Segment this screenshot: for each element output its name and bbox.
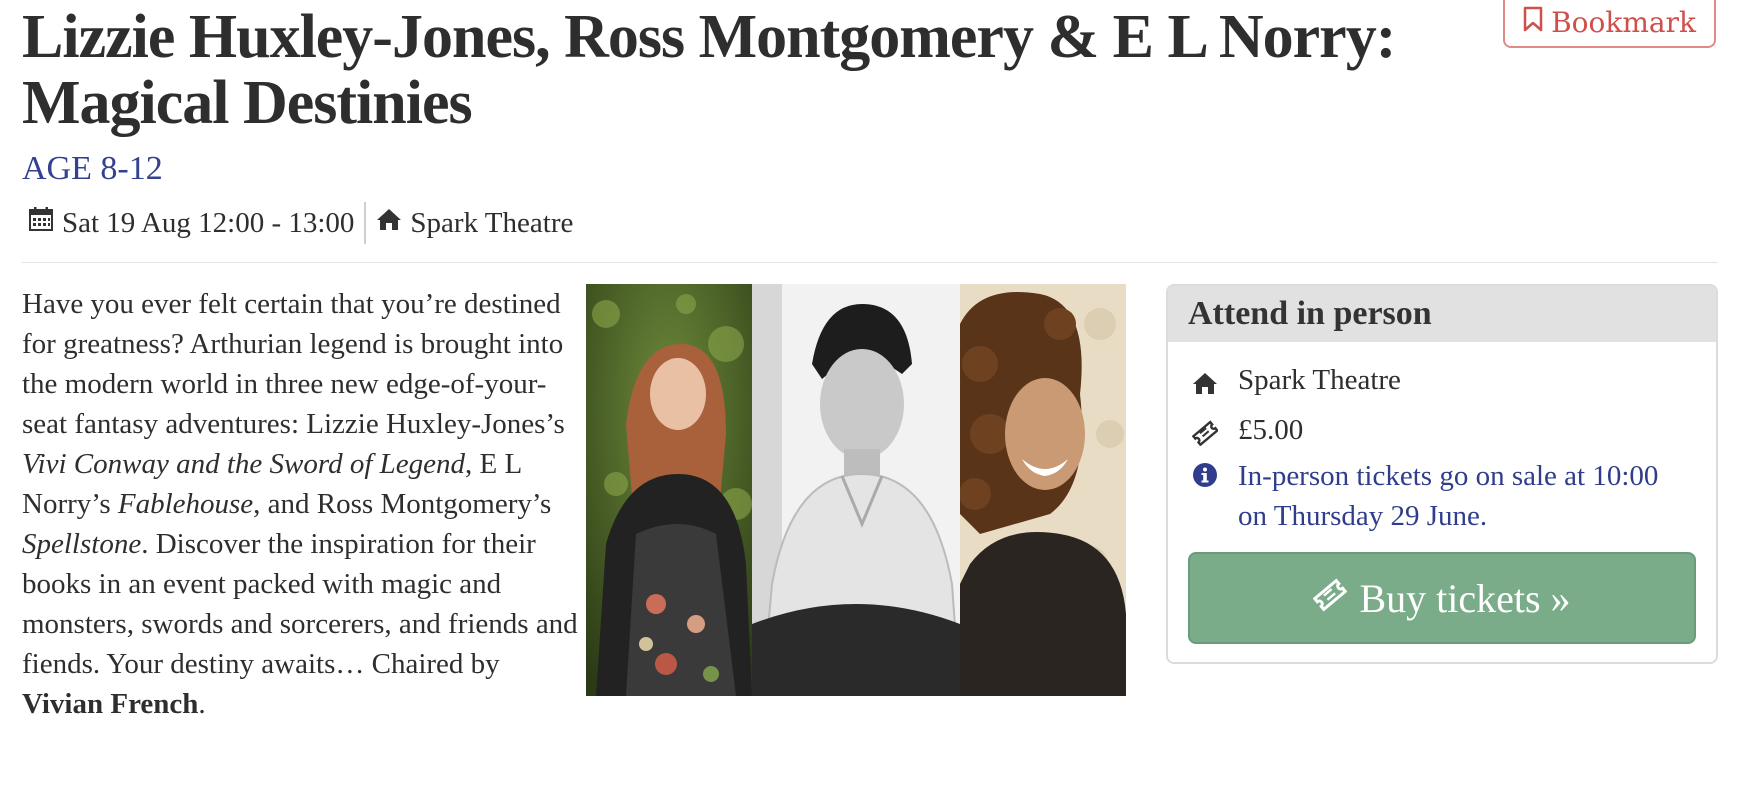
venue-text: Spark Theatre: [410, 206, 574, 239]
description-text: , and Ross Montgomery’s: [253, 488, 552, 520]
event-venue[interactable]: Spark Theatre: [376, 206, 573, 240]
age-range: AGE 8-12: [22, 150, 163, 187]
meta-divider: [364, 202, 367, 244]
author-photo-ross: [752, 284, 960, 696]
book-title: Vivi Conway and the Sword of Legend: [22, 448, 466, 480]
book-title: Spellstone: [22, 528, 142, 560]
event-meta: Sat 19 Aug 12:00 - 13:00 Spark Theatre: [28, 202, 573, 244]
attend-heading: Attend in person: [1168, 286, 1716, 342]
ticket-icon: [1191, 414, 1219, 454]
calendar-icon: [28, 206, 54, 240]
attend-info: In-person tickets go on sale at 10:00 on…: [1192, 456, 1692, 536]
author-photos: [586, 284, 1126, 696]
buy-tickets-button[interactable]: Buy tickets »: [1188, 552, 1696, 644]
home-icon: [376, 206, 402, 240]
attend-price-text: £5.00: [1238, 414, 1304, 446]
bookmark-button[interactable]: Bookmark: [1503, 0, 1716, 48]
event-description: Have you ever felt certain that you’re d…: [22, 284, 582, 724]
event-datetime: Sat 19 Aug 12:00 - 13:00: [28, 206, 354, 240]
author-photo-norry: [960, 284, 1126, 696]
bookmark-label: Bookmark: [1551, 5, 1696, 39]
attend-info-text: In-person tickets go on sale at 10:00 on…: [1238, 460, 1659, 532]
description-text: .: [198, 688, 206, 720]
header-divider: [22, 262, 1718, 263]
home-icon: [1192, 364, 1218, 404]
attend-venue-text: Spark Theatre: [1238, 364, 1401, 396]
chair-name: Vivian French: [22, 688, 199, 720]
buy-tickets-label: Buy tickets »: [1359, 575, 1571, 621]
datetime-text: Sat 19 Aug 12:00 - 13:00: [62, 206, 355, 239]
attend-panel: Attend in person Spark Theatre £5.00 In-…: [1166, 284, 1718, 664]
author-photo-lizzie: [586, 284, 752, 696]
attend-price: £5.00: [1191, 414, 1304, 454]
bookmark-icon: [1523, 6, 1543, 39]
description-text: Have you ever felt certain that you’re d…: [22, 288, 565, 440]
book-title: Fablehouse: [117, 488, 254, 520]
ticket-icon: [1313, 575, 1348, 622]
attend-venue: Spark Theatre: [1192, 364, 1401, 404]
event-title: Lizzie Huxley-Jones, Ross Montgomery & E…: [22, 3, 1396, 137]
info-icon: [1192, 456, 1218, 499]
